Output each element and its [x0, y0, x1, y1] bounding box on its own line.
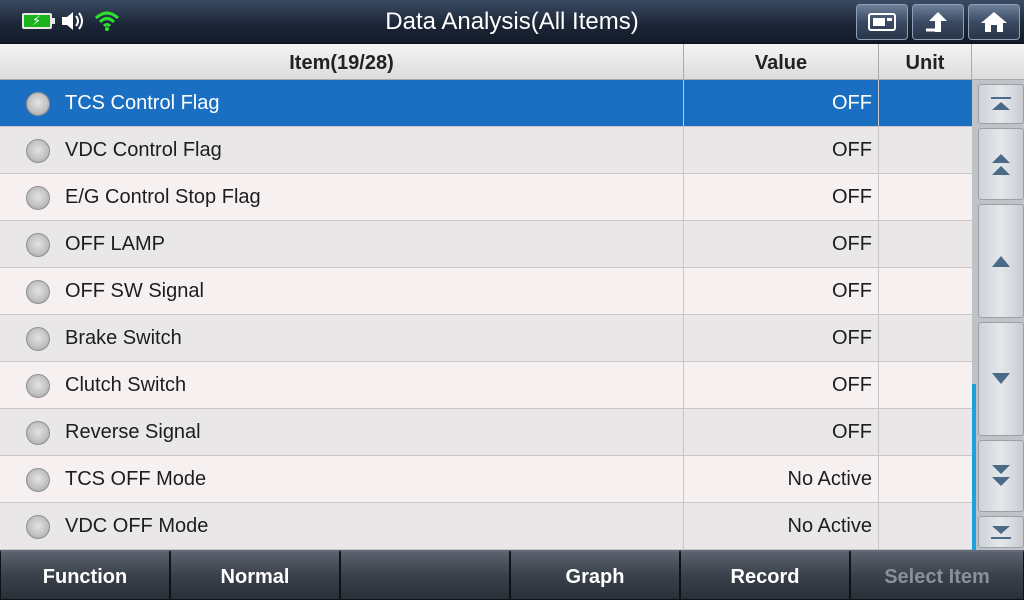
function-button[interactable]: Function [0, 550, 170, 600]
home-button[interactable] [968, 4, 1020, 40]
item-unit [879, 174, 972, 220]
scrollbar[interactable] [972, 80, 1024, 550]
item-label: OFF SW Signal [65, 280, 204, 302]
item-value: OFF [684, 221, 879, 267]
radio-icon[interactable] [26, 280, 50, 304]
line-down-icon [992, 373, 1010, 384]
item-value: No Active [684, 503, 879, 549]
item-label: Clutch Switch [65, 374, 187, 396]
table-rows: TCS Control Flag OFF VDC Control Flag OF… [0, 80, 972, 550]
item-unit [879, 80, 972, 126]
empty-button [340, 550, 510, 600]
item-unit [879, 268, 972, 314]
page-up-button[interactable] [978, 128, 1024, 200]
home-icon [981, 12, 1007, 32]
table-row[interactable]: OFF SW Signal OFF [0, 268, 972, 315]
table-row[interactable]: Brake Switch OFF [0, 315, 972, 362]
radio-icon[interactable] [26, 92, 50, 116]
item-label: VDC Control Flag [65, 139, 222, 161]
item-label: TCS OFF Mode [65, 468, 207, 490]
scroll-top-icon [991, 97, 1011, 110]
page-down-icon [992, 465, 1010, 486]
table-header: Item(19/28) Value Unit [0, 44, 1024, 80]
item-value: OFF [684, 80, 879, 126]
item-unit [879, 456, 972, 502]
item-label: E/G Control Stop Flag [65, 186, 261, 208]
graph-button[interactable]: Graph [510, 550, 680, 600]
page-up-icon [992, 154, 1010, 175]
scroll-top-button[interactable] [978, 84, 1024, 124]
title-bar: ⚡ Data Analysis(All Items) [0, 0, 1024, 44]
item-value: No Active [684, 456, 879, 502]
item-value: OFF [684, 362, 879, 408]
line-up-icon [992, 256, 1010, 267]
column-header-unit: Unit [879, 44, 972, 80]
radio-icon[interactable] [26, 139, 50, 163]
column-header-item: Item(19/28) [0, 44, 684, 80]
screenshot-button[interactable] [856, 4, 908, 40]
radio-icon[interactable] [26, 374, 50, 398]
item-value: OFF [684, 174, 879, 220]
scroll-thumb[interactable] [972, 384, 976, 550]
scroll-bottom-button[interactable] [978, 516, 1024, 548]
item-value: OFF [684, 315, 879, 361]
radio-icon[interactable] [26, 233, 50, 257]
select-item-button[interactable]: Select Item [850, 550, 1024, 600]
record-button[interactable]: Record [680, 550, 850, 600]
item-label: Reverse Signal [65, 421, 201, 443]
normal-button[interactable]: Normal [170, 550, 340, 600]
item-unit [879, 362, 972, 408]
scroll-bottom-icon [991, 526, 1011, 539]
item-unit [879, 315, 972, 361]
item-value: OFF [684, 268, 879, 314]
table-row[interactable]: OFF LAMP OFF [0, 221, 972, 268]
table-row[interactable]: VDC OFF Mode No Active [0, 503, 972, 550]
radio-icon[interactable] [26, 468, 50, 492]
item-value: OFF [684, 127, 879, 173]
item-value: OFF [684, 409, 879, 455]
column-header-value: Value [684, 44, 879, 80]
bottom-toolbar: Function Normal Graph Record Select Item [0, 550, 1024, 600]
back-button[interactable] [912, 4, 964, 40]
line-up-button[interactable] [978, 204, 1024, 318]
radio-icon[interactable] [26, 421, 50, 445]
item-unit [879, 127, 972, 173]
table-row[interactable]: VDC Control Flag OFF [0, 127, 972, 174]
item-unit [879, 503, 972, 549]
item-unit [879, 221, 972, 267]
table-row[interactable]: E/G Control Stop Flag OFF [0, 174, 972, 221]
item-label: TCS Control Flag [65, 92, 220, 114]
item-label: OFF LAMP [65, 233, 166, 255]
page-down-button[interactable] [978, 440, 1024, 512]
item-unit [879, 409, 972, 455]
table-row[interactable]: Reverse Signal OFF [0, 409, 972, 456]
table-row[interactable]: TCS OFF Mode No Active [0, 456, 972, 503]
radio-icon[interactable] [26, 186, 50, 210]
back-icon [926, 12, 947, 32]
item-label: VDC OFF Mode [65, 515, 209, 537]
data-table: Item(19/28) Value Unit TCS Control Flag … [0, 44, 1024, 550]
column-header-spacer [972, 44, 1024, 80]
radio-icon[interactable] [26, 515, 50, 539]
item-label: Brake Switch [65, 327, 182, 349]
line-down-button[interactable] [978, 322, 1024, 436]
table-row[interactable]: TCS Control Flag OFF [0, 80, 972, 127]
table-row[interactable]: Clutch Switch OFF [0, 362, 972, 409]
radio-icon[interactable] [26, 327, 50, 351]
screenshot-icon [868, 13, 896, 31]
